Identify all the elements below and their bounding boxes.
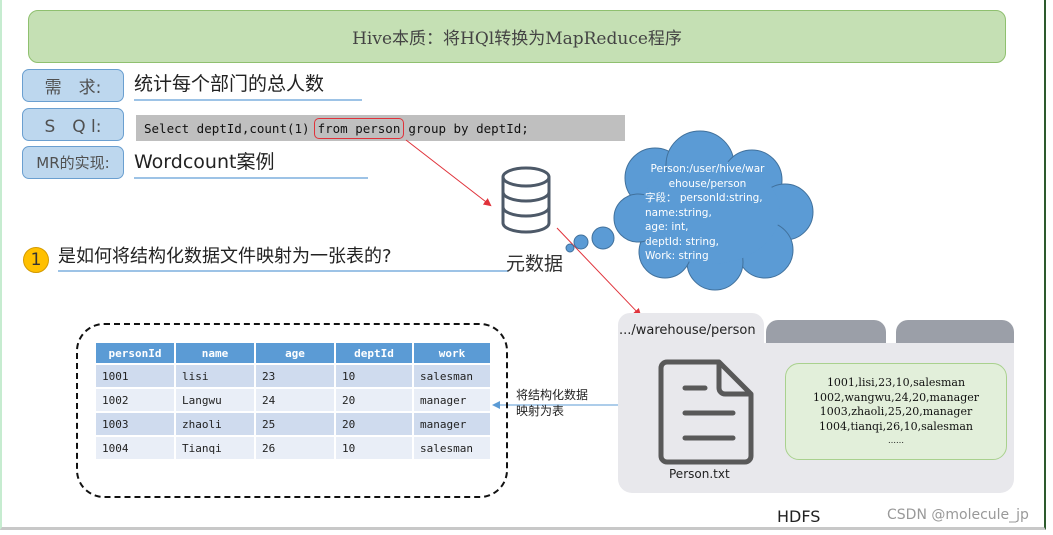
table-cell: manager <box>414 413 490 435</box>
table-cell: 20 <box>336 389 412 411</box>
hdfs-caption: HDFS <box>777 507 821 526</box>
metadata-label: 元数据 <box>506 253 564 275</box>
table-cell: Langwu <box>176 389 254 411</box>
table-cell: lisi <box>176 365 254 387</box>
mapping-label-line: 映射为表 <box>516 404 565 418</box>
table-cell: 20 <box>336 413 412 435</box>
question-text: 是如何将结构化数据文件映射为一张表的? <box>58 240 508 272</box>
mapping-label: 将结构化数据 映射为表 <box>516 387 588 419</box>
database-icon <box>501 166 551 234</box>
table-cell: 24 <box>256 389 334 411</box>
table-cell: salesman <box>414 365 490 387</box>
table-row: 1002 Langwu 24 20 manager <box>96 389 490 411</box>
file-content-line: 1003,zhaoli,25,20,manager <box>819 405 973 418</box>
watermark: CSDN @molecule_jp <box>887 507 1029 523</box>
table-cell: 10 <box>336 365 412 387</box>
table-header: personId <box>96 343 174 363</box>
file-content-line: 1004,tianqi,26,10,salesman <box>818 419 974 433</box>
cloud-line: 字段： personId:string, <box>645 192 763 204</box>
table-cell: 23 <box>256 365 334 387</box>
table-row: 1001 lisi 23 10 salesman <box>96 365 490 387</box>
person-table: personId name age deptId work 1001 lisi 23… <box>94 341 492 461</box>
table-cell: salesman <box>414 437 490 459</box>
file-name: Person.txt <box>669 467 730 481</box>
cloud-line: age: int, <box>645 221 689 233</box>
table-header: work <box>414 343 490 363</box>
table-cell: zhaoli <box>176 413 254 435</box>
file-content-ellipsis: …… <box>888 436 904 445</box>
file-content-line: 1001,lisi,23,10,salesman <box>826 376 966 389</box>
table-row: 1004 Tianqi 26 10 salesman <box>96 437 490 459</box>
table-cell: 1003 <box>96 413 174 435</box>
table-cell: 25 <box>256 413 334 435</box>
question-number-badge: 1 <box>23 247 49 273</box>
table-cell: 1002 <box>96 389 174 411</box>
cloud-line: Work: string <box>645 250 709 262</box>
file-content-line: 1002,wangwu,24,20,manager <box>812 390 979 404</box>
cloud-line: name:string, <box>645 206 712 219</box>
cloud-line: Person:/user/hive/war <box>650 163 765 175</box>
table-cell: 26 <box>256 437 334 459</box>
cloud-text: Person:/user/hive/war ehouse/person 字段： … <box>645 162 770 264</box>
table-header: name <box>176 343 254 363</box>
cloud-line: ehouse/person <box>668 177 747 190</box>
table-cell: Tianqi <box>176 437 254 459</box>
table-cell: 10 <box>336 437 412 459</box>
file-content-box: 1001,lisi,23,10,salesman 1002,wangwu,24,… <box>785 363 1007 460</box>
table-header-row: personId name age deptId work <box>96 343 490 363</box>
mapping-label-line: 将结构化数据 <box>516 388 589 402</box>
table-header: age <box>256 343 334 363</box>
arrow-sql-to-metadata <box>405 139 492 207</box>
hdfs-path: .../warehouse/person <box>619 323 756 338</box>
table-row: 1003 zhaoli 25 20 manager <box>96 413 490 435</box>
file-icon <box>658 359 754 465</box>
table-header: deptId <box>336 343 412 363</box>
table-cell: 1001 <box>96 365 174 387</box>
table-cell: manager <box>414 389 490 411</box>
table-cell: 1004 <box>96 437 174 459</box>
cloud-line: deptId: string, <box>645 235 720 248</box>
